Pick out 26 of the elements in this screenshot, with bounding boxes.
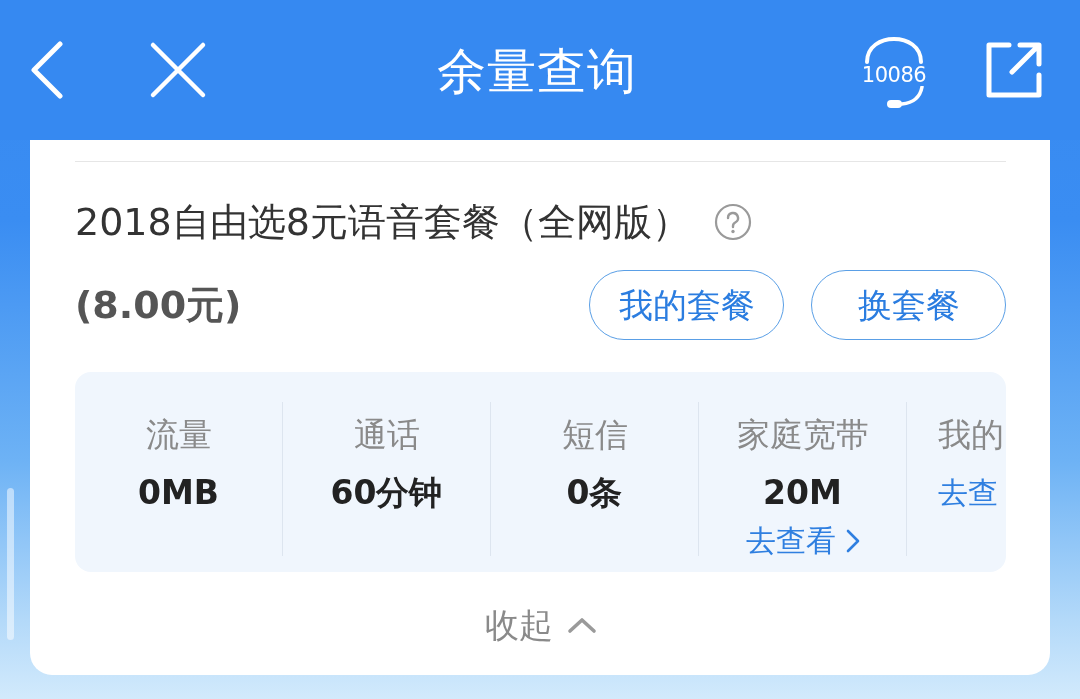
plan-price: (8.00元) bbox=[75, 282, 242, 328]
usage-value: 20M bbox=[763, 473, 842, 513]
hotline-button[interactable]: 10086 bbox=[859, 37, 929, 109]
usage-label: 家庭宽带 bbox=[736, 415, 869, 455]
usage-label: 我的 bbox=[938, 415, 1004, 455]
usage-label: 通话 bbox=[353, 415, 420, 455]
microphone-icon bbox=[886, 86, 924, 109]
usage-value: 60分钟 bbox=[330, 473, 443, 513]
view-link[interactable]: 去查 bbox=[938, 473, 998, 513]
view-link[interactable]: 去查看 bbox=[745, 526, 860, 556]
usage-label: 流量 bbox=[145, 415, 212, 455]
help-icon[interactable] bbox=[713, 203, 752, 241]
usage-value: 0MB bbox=[138, 473, 219, 513]
close-icon[interactable] bbox=[149, 41, 207, 99]
plan-button[interactable]: 我的套餐 bbox=[589, 270, 784, 340]
collapse-button[interactable]: 收起 bbox=[484, 605, 597, 645]
usage-label: 短信 bbox=[561, 415, 628, 455]
back-icon[interactable] bbox=[30, 41, 64, 99]
headset-icon bbox=[865, 37, 923, 64]
usage-value: 0条 bbox=[566, 473, 623, 513]
chevron-up-icon bbox=[566, 616, 597, 634]
page-title: 余量查询 bbox=[436, 43, 637, 101]
chevron-right-icon bbox=[845, 529, 860, 553]
share-icon[interactable] bbox=[985, 41, 1043, 99]
plan-name: 2018自由选8元语音套餐（全网版） bbox=[75, 200, 690, 244]
plan-button[interactable]: 换套餐 bbox=[811, 270, 1006, 340]
